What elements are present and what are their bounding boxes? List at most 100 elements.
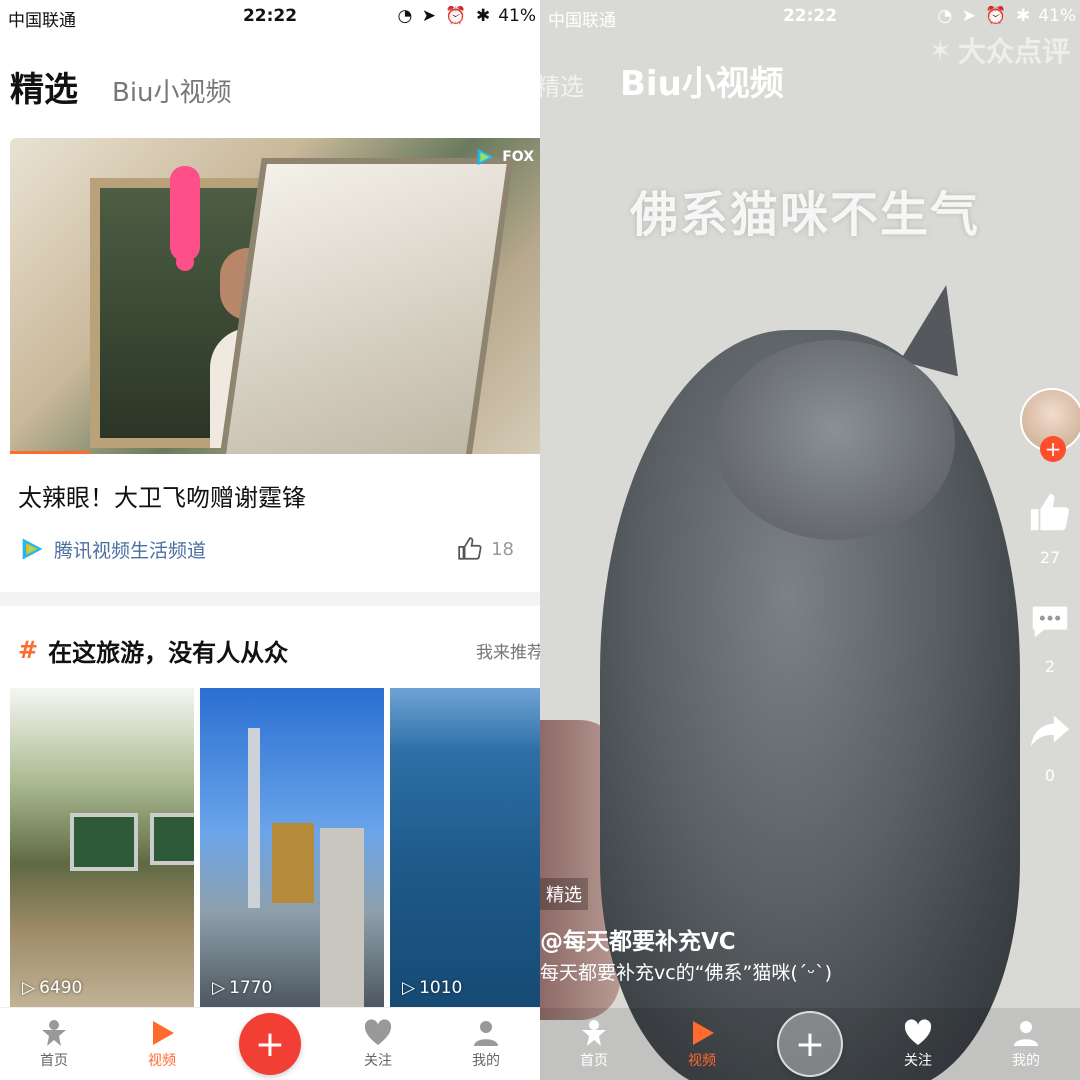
- featured-tag: 精选: [540, 878, 588, 910]
- cat-ear-right: [900, 278, 980, 377]
- topic-header: # 在这旅游，没有人从众 我来推荐: [18, 632, 540, 668]
- building: [272, 823, 314, 903]
- dianping-logo-icon: ✶: [928, 33, 952, 67]
- tab-create[interactable]: +: [230, 1013, 310, 1075]
- play-icon: ▷: [22, 978, 36, 998]
- play-count: ▷ 1010: [402, 978, 462, 998]
- action-rail: + 27 2 0: [1020, 388, 1080, 785]
- video-caption: 佛系猫咪不生气: [630, 187, 981, 243]
- play-icon: ▷: [402, 978, 416, 998]
- comment-icon: [1027, 599, 1073, 653]
- play-count-value: 6490: [39, 978, 83, 998]
- video-player-panel[interactable]: 中国联通 22:22 ◔ ➤ ⏰ ✱ 41% 精选 Biu小视频 ✶ 大众点评 …: [540, 0, 1080, 1080]
- home-person-icon: [579, 1018, 609, 1048]
- tencent-video-logo-icon: [477, 148, 494, 166]
- topic-title[interactable]: 在这旅游，没有人从众: [48, 633, 288, 668]
- author-avatar[interactable]: +: [1020, 388, 1080, 462]
- tower: [248, 728, 260, 908]
- heart-icon: [903, 1018, 933, 1048]
- hero-meta: 腾讯视频生活频道 18: [18, 534, 514, 564]
- like-button[interactable]: 18: [457, 536, 514, 562]
- tab-home-label: 首页: [580, 1053, 608, 1069]
- play-count: ▷ 1770: [212, 978, 272, 998]
- tab-video[interactable]: 视频: [662, 1018, 742, 1070]
- tab-create[interactable]: +: [770, 1011, 850, 1077]
- stone-sign: [70, 813, 138, 871]
- bus-door: [218, 158, 514, 454]
- source-link[interactable]: 腾讯视频生活频道: [18, 535, 206, 563]
- play-count-value: 1770: [229, 978, 273, 998]
- badge-text: FOX: [502, 149, 534, 165]
- home-person-icon: [39, 1018, 69, 1048]
- building-2: [320, 828, 364, 1008]
- play-icon: ▷: [212, 978, 226, 998]
- status-right: ◔ ➤ ⏰ ✱ 41%: [938, 6, 1077, 26]
- stone-sign-2: [150, 813, 194, 865]
- channel-badge: FOX: [474, 146, 534, 168]
- author-name[interactable]: @每天都要补充VC: [540, 922, 736, 956]
- feed-tabs: 精选 Biu小视频: [8, 62, 232, 113]
- hero-video-thumbnail[interactable]: FOX: [10, 138, 540, 454]
- play-count-value: 1010: [419, 978, 463, 998]
- comment-button[interactable]: 2: [1027, 599, 1073, 676]
- follow-plus-icon[interactable]: +: [1040, 436, 1066, 462]
- watermark: ✶ 大众点评: [929, 30, 1070, 70]
- tencent-video-icon: [22, 538, 43, 560]
- hashtag-icon: #: [18, 636, 39, 664]
- play-icon: [687, 1018, 717, 1048]
- recommend-link[interactable]: 我来推荐: [476, 638, 540, 663]
- hero-title[interactable]: 太辣眼！大卫飞吻赠谢霆锋: [18, 478, 306, 513]
- video-tabs: 精选 Biu小视频: [540, 56, 784, 105]
- thumbnail-sea[interactable]: ▷ 1010: [390, 688, 540, 1008]
- tab-featured[interactable]: 精选: [540, 67, 584, 102]
- like-button[interactable]: 27: [1027, 490, 1073, 567]
- like-count: 27: [1039, 548, 1061, 567]
- tab-follow[interactable]: 关注: [878, 1018, 958, 1070]
- thumbs-up-icon: [458, 537, 482, 560]
- plus-icon: +: [777, 1011, 843, 1077]
- status-icons: ◔ ➤ ⏰ ✱: [397, 6, 493, 26]
- tab-featured[interactable]: 精选: [8, 62, 78, 113]
- share-count: 0: [1044, 766, 1056, 785]
- tab-me-label: 我的: [472, 1053, 500, 1069]
- tab-follow-label: 关注: [364, 1053, 392, 1069]
- status-icons: ◔ ➤ ⏰ ✱: [937, 6, 1033, 26]
- status-bar: 中国联通 22:22 ◔ ➤ ⏰ ✱ 41%: [0, 0, 540, 32]
- status-bar: 中国联通 22:22 ◔ ➤ ⏰ ✱ 41%: [540, 0, 1080, 32]
- tab-home[interactable]: 首页: [14, 1018, 94, 1070]
- heart-icon: [363, 1018, 393, 1048]
- status-right: ◔ ➤ ⏰ ✱ 41%: [398, 6, 537, 26]
- section-divider: [0, 592, 540, 606]
- bottom-tab-bar: 首页 视频 + 关注 我的: [0, 1007, 540, 1080]
- user-icon: [1011, 1018, 1041, 1048]
- tab-biu-video[interactable]: Biu小视频: [620, 56, 784, 105]
- tab-me[interactable]: 我的: [446, 1018, 526, 1070]
- tab-me[interactable]: 我的: [986, 1018, 1066, 1070]
- progress-strip: [10, 451, 90, 454]
- topic-thumbnails: ▷ 6490 ▷ 1770 ▷ 1010: [10, 688, 540, 1008]
- tab-follow-label: 关注: [904, 1053, 932, 1069]
- tab-follow[interactable]: 关注: [338, 1018, 418, 1070]
- play-icon: [147, 1018, 177, 1048]
- play-count: ▷ 6490: [22, 978, 82, 998]
- share-arrow-icon: [1027, 708, 1073, 762]
- video-description: 每天都要补充vc的“佛系”猫咪(ˊᵕˋ): [540, 962, 833, 984]
- tab-video[interactable]: 视频: [122, 1018, 202, 1070]
- source-name: 腾讯视频生活频道: [54, 539, 207, 562]
- tab-me-label: 我的: [1012, 1053, 1040, 1069]
- watermark-text: 大众点评: [957, 35, 1070, 68]
- tab-home[interactable]: 首页: [554, 1018, 634, 1070]
- cat-head: [715, 340, 955, 540]
- like-count: 18: [491, 538, 514, 560]
- thumbnail-monument[interactable]: ▷ 6490: [10, 688, 194, 1008]
- tab-biu-video[interactable]: Biu小视频: [112, 72, 232, 109]
- feed-panel: 中国联通 22:22 ◔ ➤ ⏰ ✱ 41% 精选 Biu小视频 FOX 太辣眼…: [0, 0, 540, 1080]
- user-icon: [471, 1018, 501, 1048]
- exclamation-mark: [170, 166, 200, 261]
- battery-label: 41%: [1038, 6, 1076, 26]
- share-button[interactable]: 0: [1027, 708, 1073, 785]
- plus-icon: +: [239, 1013, 301, 1075]
- tab-video-label: 视频: [148, 1053, 176, 1069]
- comment-count: 2: [1044, 657, 1056, 676]
- thumbnail-city[interactable]: ▷ 1770: [200, 688, 384, 1008]
